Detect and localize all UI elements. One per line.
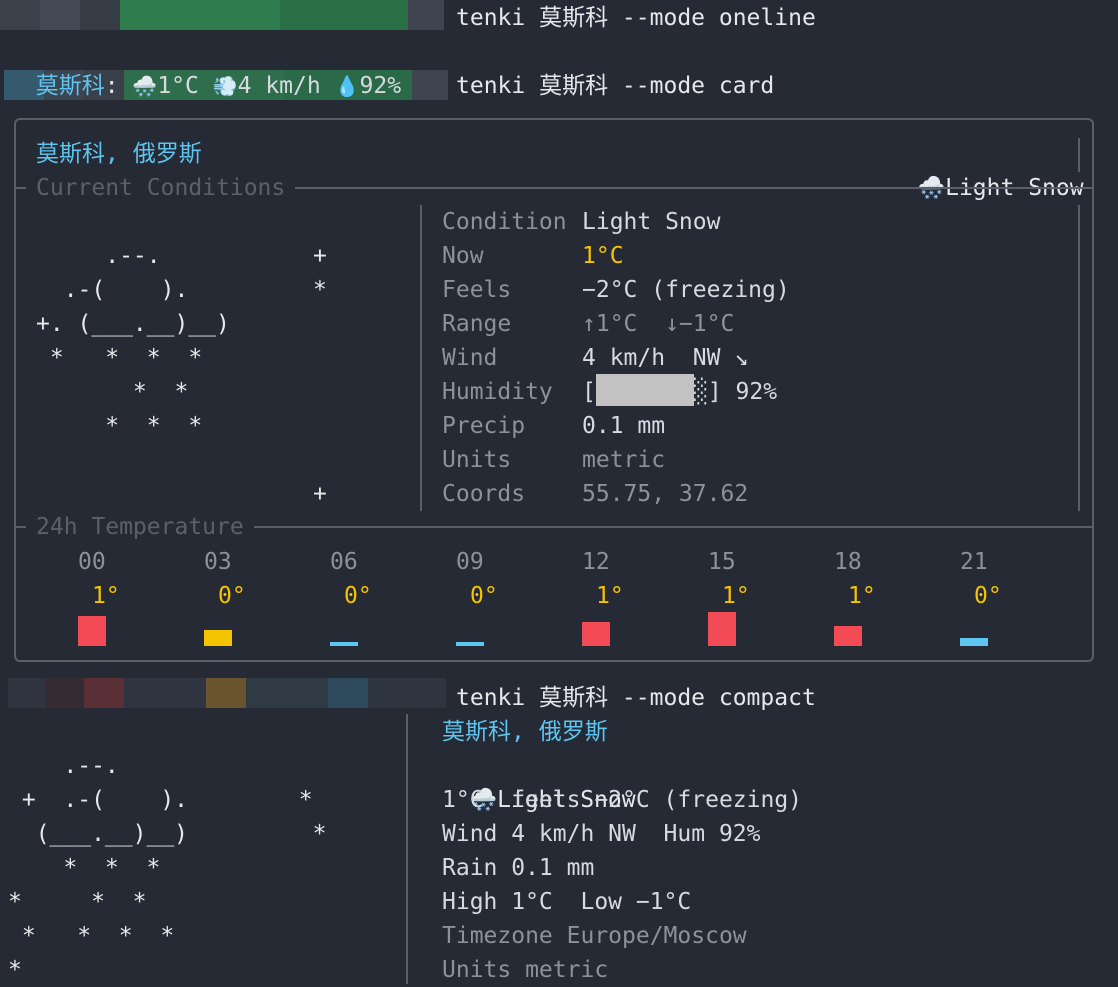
command-card: tenki 莫斯科 --mode card bbox=[456, 73, 775, 99]
oneline-wind: 4 km/h bbox=[237, 73, 321, 99]
condition-value: 55.75, 37.62 bbox=[582, 481, 749, 507]
hour-temp: 1° bbox=[848, 583, 876, 609]
hour-temp: 1° bbox=[596, 583, 624, 609]
temperature-bar bbox=[78, 616, 106, 646]
prompt-blur-1 bbox=[0, 0, 444, 30]
condition-value: 0.1 mm bbox=[582, 413, 666, 439]
hour-label: 09 bbox=[456, 549, 484, 575]
compact-temp-line: 1°C feels −2°C (freezing) bbox=[442, 787, 803, 813]
ascii-line: * * bbox=[36, 379, 189, 405]
condition-label: Precip bbox=[442, 413, 526, 439]
condition-label: Feels bbox=[442, 277, 512, 303]
temperature-bar bbox=[330, 642, 358, 646]
humidity-bracket-open: [ bbox=[582, 379, 596, 405]
hour-temp: 1° bbox=[92, 583, 120, 609]
hour-label: 18 bbox=[834, 549, 862, 575]
compact-rain-line: Rain 0.1 mm bbox=[442, 855, 595, 881]
compact-divider bbox=[406, 714, 408, 984]
condition-label: Wind bbox=[442, 345, 498, 371]
humidity-value: ░] 92% bbox=[694, 379, 778, 405]
wind-icon: 💨 bbox=[212, 74, 238, 98]
hour-label: 12 bbox=[582, 549, 610, 575]
ascii-line: * * * bbox=[36, 413, 203, 439]
condition-value: Light Snow bbox=[582, 209, 721, 235]
card-condition: 🌨️Light Snow bbox=[890, 137, 1084, 206]
hour-label: 21 bbox=[960, 549, 988, 575]
ascii-line: * * * bbox=[8, 855, 161, 881]
temperature-bar bbox=[960, 638, 988, 646]
temperature-bar bbox=[834, 626, 862, 646]
compact-timezone-line: Timezone Europe/Moscow bbox=[442, 923, 747, 949]
hour-temp: 0° bbox=[974, 583, 1002, 609]
header-divider bbox=[1078, 138, 1080, 172]
ascii-line: .--. + bbox=[36, 243, 327, 269]
condition-label: Now bbox=[442, 243, 484, 269]
temperature-bar bbox=[708, 612, 736, 646]
ascii-line: * * * * bbox=[8, 923, 175, 949]
condition-label: Coords bbox=[442, 481, 526, 507]
compact-hilo-line: High 1°C Low −1°C bbox=[442, 889, 692, 915]
condition-value: −2°C (freezing) bbox=[582, 277, 790, 303]
hour-label: 00 bbox=[78, 549, 106, 575]
condition-label: Units bbox=[442, 447, 512, 473]
condition-value: 4 km/h NW ↘ bbox=[582, 345, 749, 371]
condition-value: metric bbox=[582, 447, 666, 473]
hour-temp: 0° bbox=[470, 583, 498, 609]
prompt-blur-3 bbox=[8, 678, 446, 708]
oneline-sep: : bbox=[104, 73, 119, 99]
ascii-line: (___.__)__) * bbox=[8, 821, 327, 847]
ascii-line: * * * * bbox=[36, 345, 203, 371]
ascii-line: + bbox=[36, 481, 327, 507]
hour-label: 03 bbox=[204, 549, 232, 575]
condition-label: Condition bbox=[442, 209, 567, 235]
hour-label: 06 bbox=[330, 549, 358, 575]
card-location: 莫斯科, 俄罗斯 bbox=[36, 141, 202, 167]
oneline-humidity: 92% bbox=[359, 73, 402, 99]
hour-label: 15 bbox=[708, 549, 736, 575]
compact-units-line: Units metric bbox=[442, 957, 609, 983]
conditions-divider bbox=[420, 205, 422, 511]
hour-temp: 0° bbox=[218, 583, 246, 609]
ascii-line: * bbox=[8, 957, 22, 983]
condition-value: 1°C bbox=[582, 243, 624, 269]
temperature-bar bbox=[204, 630, 232, 646]
ascii-line: * * * bbox=[8, 889, 147, 915]
compact-location: 莫斯科, 俄罗斯 bbox=[442, 719, 608, 745]
current-conditions-title: Current Conditions bbox=[26, 171, 296, 205]
oneline-output: 莫斯科: 🌨️1°C 💨4 km/h 💧92% bbox=[8, 35, 401, 103]
temperature-bar bbox=[456, 642, 484, 646]
condition-label: Range bbox=[442, 311, 512, 337]
command-oneline: tenki 莫斯科 --mode oneline bbox=[456, 5, 816, 31]
droplet-icon: 💧 bbox=[334, 74, 360, 98]
hour-temp: 1° bbox=[722, 583, 750, 609]
compact-wind-line: Wind 4 km/h NW Hum 92% bbox=[442, 821, 761, 847]
temperature-title: 24h Temperature bbox=[26, 510, 254, 544]
ascii-line: + .-( ). * bbox=[8, 787, 313, 813]
snow-icon: 🌨️ bbox=[132, 74, 158, 98]
condition-label: Humidity bbox=[442, 379, 553, 405]
ascii-line: +. (___.__)__) bbox=[36, 311, 230, 337]
hour-temp: 0° bbox=[344, 583, 372, 609]
ascii-line: .-( ). * bbox=[36, 277, 327, 303]
oneline-temp: 1°C bbox=[157, 73, 199, 99]
temperature-bar bbox=[582, 622, 610, 646]
humidity-bar-fill bbox=[596, 374, 694, 406]
command-compact: tenki 莫斯科 --mode compact bbox=[456, 685, 816, 711]
condition-value: ↑1°C ↓−1°C bbox=[582, 311, 735, 337]
ascii-line: .--. bbox=[8, 753, 119, 779]
conditions-right-border bbox=[1078, 205, 1080, 511]
oneline-city: 莫斯科 bbox=[35, 73, 105, 99]
